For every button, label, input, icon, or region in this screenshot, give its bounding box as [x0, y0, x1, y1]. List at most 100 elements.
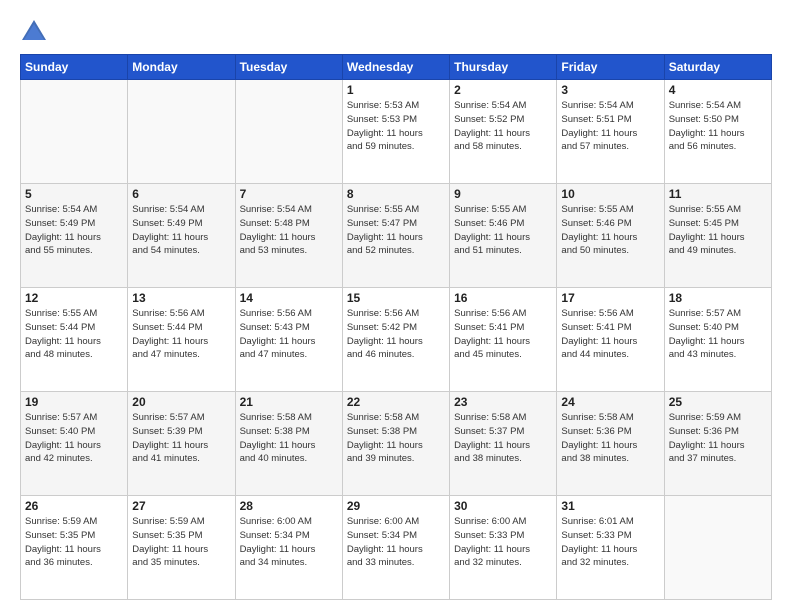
day-cell: 23 Sunrise: 5:58 AMSunset: 5:37 PMDayligh…	[450, 392, 557, 496]
day-number: 17	[561, 291, 659, 305]
day-info: Sunrise: 6:00 AMSunset: 5:34 PMDaylight:…	[347, 515, 445, 570]
day-info: Sunrise: 5:55 AMSunset: 5:44 PMDaylight:…	[25, 307, 123, 362]
day-cell: 1 Sunrise: 5:53 AMSunset: 5:53 PMDaylight…	[342, 80, 449, 184]
day-cell: 22 Sunrise: 5:58 AMSunset: 5:38 PMDayligh…	[342, 392, 449, 496]
header-day-saturday: Saturday	[664, 55, 771, 80]
day-cell: 5Sunrise: 5:54 AMSunset: 5:49 PMDaylight…	[21, 184, 128, 288]
day-number: 9	[454, 187, 552, 201]
day-info: Sunrise: 5:55 AMSunset: 5:47 PMDaylight:…	[347, 203, 445, 258]
day-cell: 28Sunrise: 6:00 AMSunset: 5:34 PMDayligh…	[235, 496, 342, 600]
day-cell: 12 Sunrise: 5:55 AMSunset: 5:44 PMDayligh…	[21, 288, 128, 392]
day-info: Sunrise: 5:55 AMSunset: 5:45 PMDaylight:…	[669, 203, 767, 258]
day-cell: 27 Sunrise: 5:59 AMSunset: 5:35 PMDayligh…	[128, 496, 235, 600]
day-info: Sunrise: 5:59 AMSunset: 5:35 PMDaylight:…	[132, 515, 230, 570]
header-day-monday: Monday	[128, 55, 235, 80]
day-number: 4	[669, 83, 767, 97]
day-number: 11	[669, 187, 767, 201]
week-row-4: 19 Sunrise: 5:57 AMSunset: 5:40 PMDayligh…	[21, 392, 772, 496]
day-cell: 17Sunrise: 5:56 AMSunset: 5:41 PMDayligh…	[557, 288, 664, 392]
day-number: 28	[240, 499, 338, 513]
day-number: 2	[454, 83, 552, 97]
day-number: 23	[454, 395, 552, 409]
day-info: Sunrise: 5:58 AMSunset: 5:37 PMDaylight:…	[454, 411, 552, 466]
day-info: Sunrise: 5:57 AMSunset: 5:40 PMDaylight:…	[669, 307, 767, 362]
day-cell: 31 Sunrise: 6:01 AMSunset: 5:33 PMDayligh…	[557, 496, 664, 600]
day-cell	[21, 80, 128, 184]
calendar-table: SundayMondayTuesdayWednesdayThursdayFrid…	[20, 54, 772, 600]
day-cell: 30Sunrise: 6:00 AMSunset: 5:33 PMDayligh…	[450, 496, 557, 600]
day-number: 21	[240, 395, 338, 409]
day-number: 29	[347, 499, 445, 513]
day-number: 25	[669, 395, 767, 409]
day-cell: 24 Sunrise: 5:58 AMSunset: 5:36 PMDayligh…	[557, 392, 664, 496]
day-info: Sunrise: 5:55 AMSunset: 5:46 PMDaylight:…	[454, 203, 552, 258]
day-cell: 10Sunrise: 5:55 AMSunset: 5:46 PMDayligh…	[557, 184, 664, 288]
day-cell: 9 Sunrise: 5:55 AMSunset: 5:46 PMDaylight…	[450, 184, 557, 288]
day-cell: 26Sunrise: 5:59 AMSunset: 5:35 PMDayligh…	[21, 496, 128, 600]
day-info: Sunrise: 5:56 AMSunset: 5:43 PMDaylight:…	[240, 307, 338, 362]
day-info: Sunrise: 5:56 AMSunset: 5:42 PMDaylight:…	[347, 307, 445, 362]
day-info: Sunrise: 5:58 AMSunset: 5:36 PMDaylight:…	[561, 411, 659, 466]
header-day-sunday: Sunday	[21, 55, 128, 80]
day-number: 26	[25, 499, 123, 513]
day-number: 7	[240, 187, 338, 201]
header	[20, 18, 772, 46]
day-number: 14	[240, 291, 338, 305]
day-number: 1	[347, 83, 445, 97]
day-cell: 19 Sunrise: 5:57 AMSunset: 5:40 PMDayligh…	[21, 392, 128, 496]
day-number: 13	[132, 291, 230, 305]
day-cell: 7 Sunrise: 5:54 AMSunset: 5:48 PMDaylight…	[235, 184, 342, 288]
day-info: Sunrise: 5:54 AMSunset: 5:50 PMDaylight:…	[669, 99, 767, 154]
day-cell	[128, 80, 235, 184]
day-info: Sunrise: 5:54 AMSunset: 5:49 PMDaylight:…	[25, 203, 123, 258]
day-number: 3	[561, 83, 659, 97]
day-cell: 11 Sunrise: 5:55 AMSunset: 5:45 PMDayligh…	[664, 184, 771, 288]
day-info: Sunrise: 5:56 AMSunset: 5:41 PMDaylight:…	[454, 307, 552, 362]
day-info: Sunrise: 5:57 AMSunset: 5:40 PMDaylight:…	[25, 411, 123, 466]
week-row-2: 5Sunrise: 5:54 AMSunset: 5:49 PMDaylight…	[21, 184, 772, 288]
day-info: Sunrise: 5:54 AMSunset: 5:48 PMDaylight:…	[240, 203, 338, 258]
day-number: 12	[25, 291, 123, 305]
day-info: Sunrise: 5:57 AMSunset: 5:39 PMDaylight:…	[132, 411, 230, 466]
day-number: 8	[347, 187, 445, 201]
day-number: 22	[347, 395, 445, 409]
day-cell: 3 Sunrise: 5:54 AMSunset: 5:51 PMDaylight…	[557, 80, 664, 184]
day-info: Sunrise: 5:58 AMSunset: 5:38 PMDaylight:…	[347, 411, 445, 466]
week-row-5: 26 Sunrise: 5:59 AMSunset: 5:35 PMDayligh…	[21, 496, 772, 600]
day-cell: 29 Sunrise: 6:00 AMSunset: 5:34 PMDayligh…	[342, 496, 449, 600]
day-number: 31	[561, 499, 659, 513]
week-row-3: 12 Sunrise: 5:55 AMSunset: 5:44 PMDayligh…	[21, 288, 772, 392]
day-info: Sunrise: 5:53 AMSunset: 5:53 PMDaylight:…	[347, 99, 445, 154]
day-info: Sunrise: 6:01 AMSunset: 5:33 PMDaylight:…	[561, 515, 659, 570]
day-info: Sunrise: 5:54 AMSunset: 5:49 PMDaylight:…	[132, 203, 230, 258]
day-number: 30	[454, 499, 552, 513]
header-day-thursday: Thursday	[450, 55, 557, 80]
day-info: Sunrise: 5:55 AMSunset: 5:46 PMDaylight:…	[561, 203, 659, 258]
day-info: Sunrise: 5:58 AMSunset: 5:38 PMDaylight:…	[240, 411, 338, 466]
day-cell	[235, 80, 342, 184]
day-number: 19	[25, 395, 123, 409]
day-number: 18	[669, 291, 767, 305]
day-number: 27	[132, 499, 230, 513]
day-info: Sunrise: 5:54 AMSunset: 5:51 PMDaylight:…	[561, 99, 659, 154]
day-cell: 25 Sunrise: 5:59 AMSunset: 5:36 PMDayligh…	[664, 392, 771, 496]
header-row: SundayMondayTuesdayWednesdayThursdayFrid…	[21, 55, 772, 80]
day-cell: 18 Sunrise: 5:57 AMSunset: 5:40 PMDayligh…	[664, 288, 771, 392]
day-info: Sunrise: 5:54 AMSunset: 5:52 PMDaylight:…	[454, 99, 552, 154]
day-cell: 4 Sunrise: 5:54 AMSunset: 5:50 PMDaylight…	[664, 80, 771, 184]
day-number: 15	[347, 291, 445, 305]
header-day-wednesday: Wednesday	[342, 55, 449, 80]
day-number: 24	[561, 395, 659, 409]
day-info: Sunrise: 5:59 AMSunset: 5:36 PMDaylight:…	[669, 411, 767, 466]
day-cell: 8 Sunrise: 5:55 AMSunset: 5:47 PMDaylight…	[342, 184, 449, 288]
day-cell: 6Sunrise: 5:54 AMSunset: 5:49 PMDaylight…	[128, 184, 235, 288]
day-cell	[664, 496, 771, 600]
week-row-1: 1 Sunrise: 5:53 AMSunset: 5:53 PMDaylight…	[21, 80, 772, 184]
page: SundayMondayTuesdayWednesdayThursdayFrid…	[0, 0, 792, 612]
day-info: Sunrise: 5:56 AMSunset: 5:44 PMDaylight:…	[132, 307, 230, 362]
header-day-tuesday: Tuesday	[235, 55, 342, 80]
day-cell: 13 Sunrise: 5:56 AMSunset: 5:44 PMDayligh…	[128, 288, 235, 392]
day-cell: 2 Sunrise: 5:54 AMSunset: 5:52 PMDaylight…	[450, 80, 557, 184]
day-cell: 16Sunrise: 5:56 AMSunset: 5:41 PMDayligh…	[450, 288, 557, 392]
day-cell: 20Sunrise: 5:57 AMSunset: 5:39 PMDayligh…	[128, 392, 235, 496]
